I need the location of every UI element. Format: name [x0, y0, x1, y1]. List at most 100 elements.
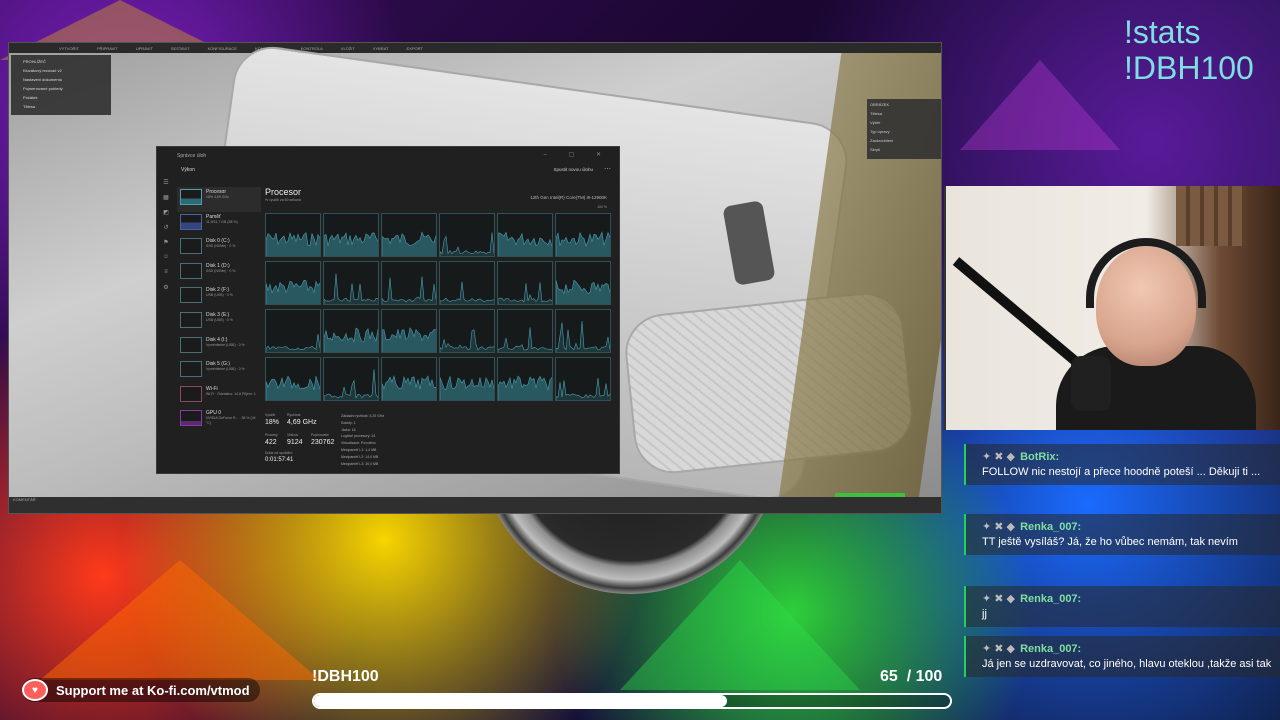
core-graph [555, 357, 611, 401]
proc-label: Procesy [265, 433, 278, 437]
resource-item[interactable]: Disk 1 (D:) SSD (NVMe) · 0 % [177, 261, 261, 286]
resource-item[interactable]: Paměť 11,9/31,7 GB (38 %) [177, 212, 261, 237]
property-row[interactable]: Typ úpravy [870, 129, 940, 138]
resource-thumbnail [180, 262, 202, 279]
properties-panel[interactable]: OBRÁZEK Tělesa Výběr Typ úpravy Zaokrouhlení… [867, 99, 941, 159]
dbh-command: !DBH100 [1124, 50, 1254, 86]
chat-username: Renka_007: [1020, 643, 1082, 655]
section-title: Výkon [181, 167, 195, 173]
processes-icon[interactable]: ▦ [157, 194, 175, 209]
resource-text: Paměť 11,9/31,7 GB (38 %) [206, 214, 238, 225]
threads-label: Vlákna [287, 433, 298, 437]
resource-thumbnail [180, 213, 202, 230]
tree-node[interactable]: PROHLÍŽEČ [13, 57, 109, 66]
webcam-feed [944, 186, 1280, 430]
resource-item[interactable]: Disk 2 (F:) USB (USB) · 0 % [177, 285, 261, 310]
property-row[interactable]: Tělesa [870, 111, 940, 120]
window-title: Správce úloh [177, 153, 207, 159]
property-row[interactable]: OBRÁZEK [870, 102, 940, 111]
core-graph [555, 261, 611, 305]
property-row[interactable]: Výběr [870, 120, 940, 129]
cad-menu-item[interactable]: VLOŽIT [341, 46, 355, 51]
core-graph [265, 357, 321, 401]
core-graph [497, 261, 553, 305]
browser-tree[interactable]: PROHLÍŽEČ Kluzákový rezovač v2 Nastavení d… [11, 55, 111, 115]
goal-count: 65 / 100 [880, 668, 942, 686]
cpu-spec-line: Sokety: 1 [341, 420, 356, 425]
chat-message: ✦ ✖ ◆ Renka_007: TT ještě vysíláš? Já, že… [964, 514, 1280, 555]
tree-node[interactable]: Kluzákový rezovač v2 [13, 66, 109, 75]
startup-icon[interactable]: ⚑ [157, 239, 175, 254]
badge-icon: ✦ ✖ ◆ [982, 521, 1019, 533]
handles-value: 230762 [311, 439, 335, 446]
window-controls[interactable]: – ▢ ✕ [544, 151, 611, 158]
resource-item[interactable]: Disk 5 (G:) Vyměnitelné (USB) · 0 % [177, 359, 261, 384]
stats-command: !stats [1124, 14, 1201, 50]
core-graph [265, 213, 321, 257]
task-manager-window[interactable]: Správce úloh – ▢ ✕ Výkon Spustit novou ú… [156, 146, 620, 474]
threads-value: 9124 [287, 439, 303, 446]
tree-node[interactable]: Počátek [13, 93, 109, 102]
resource-item[interactable]: GPU 0 NVIDIA GeForce R... · 36 % (44 °C) [177, 408, 261, 433]
tree-node[interactable]: Pojmenované pohledy [13, 84, 109, 93]
users-icon[interactable]: ☺ [157, 254, 175, 269]
resource-item[interactable]: Disk 4 (I:) Vyměnitelné (USB) · 0 % [177, 335, 261, 360]
graph-max: 100 % [597, 205, 607, 209]
cad-menu-item[interactable]: EXPORT [407, 46, 423, 51]
details-icon[interactable]: ≡ [157, 269, 175, 284]
resource-detail: 18% 4,69 GHz [206, 195, 229, 199]
bg-triangle [960, 60, 1120, 150]
resource-detail: SSD (NVMe) · 0 % [206, 244, 236, 249]
cad-menu-item[interactable]: PŘIPRAVIT [97, 46, 118, 51]
resource-item[interactable]: Procesor 18% 4,69 GHz [177, 187, 261, 212]
chat-panel: ✦ ✖ ◆ BotRix: FOLLOW nic nestojí a přece … [964, 440, 1280, 720]
goal-progress-bar [312, 693, 952, 709]
titlebar: Správce úloh – ▢ ✕ [157, 147, 619, 165]
shelf [1176, 186, 1246, 246]
performance-icon[interactable]: ◩ [157, 209, 175, 224]
cad-menu-item[interactable]: KONFIGURACE [208, 46, 237, 51]
cad-menu-item[interactable]: UPRAVIT [136, 46, 153, 51]
history-icon[interactable]: ↺ [157, 224, 175, 239]
resource-text: Disk 4 (I:) Vyměnitelné (USB) · 0 % [206, 337, 245, 348]
tree-node[interactable]: Tělesa [13, 102, 109, 111]
resource-detail: NVIDIA GeForce R... · 36 % (44 °C) [206, 416, 256, 425]
tree-node[interactable]: Nastavení dokumentu [13, 75, 109, 84]
core-graph [497, 213, 553, 257]
handles-label: Popisovače [311, 433, 330, 437]
headphones [1086, 238, 1206, 308]
heart-icon: ♥ [22, 679, 48, 701]
chat-user: ✦ ✖ ◆ BotRix: [982, 450, 1272, 463]
badge-icon: ✦ ✖ ◆ [982, 643, 1019, 655]
goal-progress-fill [314, 695, 728, 707]
core-graph [439, 261, 495, 305]
cad-menu-item[interactable]: VYTVOŘIT [59, 46, 79, 51]
core-graph [265, 261, 321, 305]
cpu-spec-line: Mezipaměť L1: 1,4 MB [341, 447, 377, 452]
core-graph [265, 309, 321, 353]
menu-icon[interactable]: ☰ [157, 179, 175, 194]
resource-item[interactable]: Disk 3 (E:) USB (USB) · 0 % [177, 310, 261, 335]
resource-item[interactable]: Wi-Fi Wi-Fi · Odesláno: 14,6 Přijem: 1 [177, 384, 261, 409]
chat-user: ✦ ✖ ◆ Renka_007: [982, 642, 1272, 655]
status-label: KOMENTÁŘ [13, 497, 36, 502]
chat-user: ✦ ✖ ◆ Renka_007: [982, 592, 1272, 605]
emblem-ring [480, 514, 780, 594]
resource-item[interactable]: Disk 0 (C:) SSD (NVMe) · 0 % [177, 236, 261, 261]
more-icon[interactable]: ⋯ [604, 165, 611, 173]
microphone [1071, 356, 1111, 411]
resource-thumbnail [180, 361, 202, 378]
cad-menu-item[interactable]: KONTROLA [301, 46, 323, 51]
cad-menu-item[interactable]: VYBRAT [373, 46, 389, 51]
core-graph [323, 261, 379, 305]
resource-list: Procesor 18% 4,69 GHz Paměť 11,9/31,7 GB (3… [177, 187, 261, 433]
property-row[interactable]: Skrytí [870, 147, 940, 156]
chat-user: ✦ ✖ ◆ Renka_007: [982, 520, 1272, 533]
cad-menubar: VYTVOŘIT PŘIPRAVIT UPRAVIT SESTAVIT KONFIGUR… [9, 43, 941, 53]
cad-menu-item[interactable]: SESTAVIT [171, 46, 190, 51]
resource-text: Procesor 18% 4,69 GHz [206, 189, 229, 200]
core-graphs [265, 213, 611, 401]
services-icon[interactable]: ⚙ [157, 284, 175, 299]
property-row[interactable]: Zaokrouhlení [870, 138, 940, 147]
new-task-button[interactable]: Spustit novou úlohu [553, 167, 593, 172]
